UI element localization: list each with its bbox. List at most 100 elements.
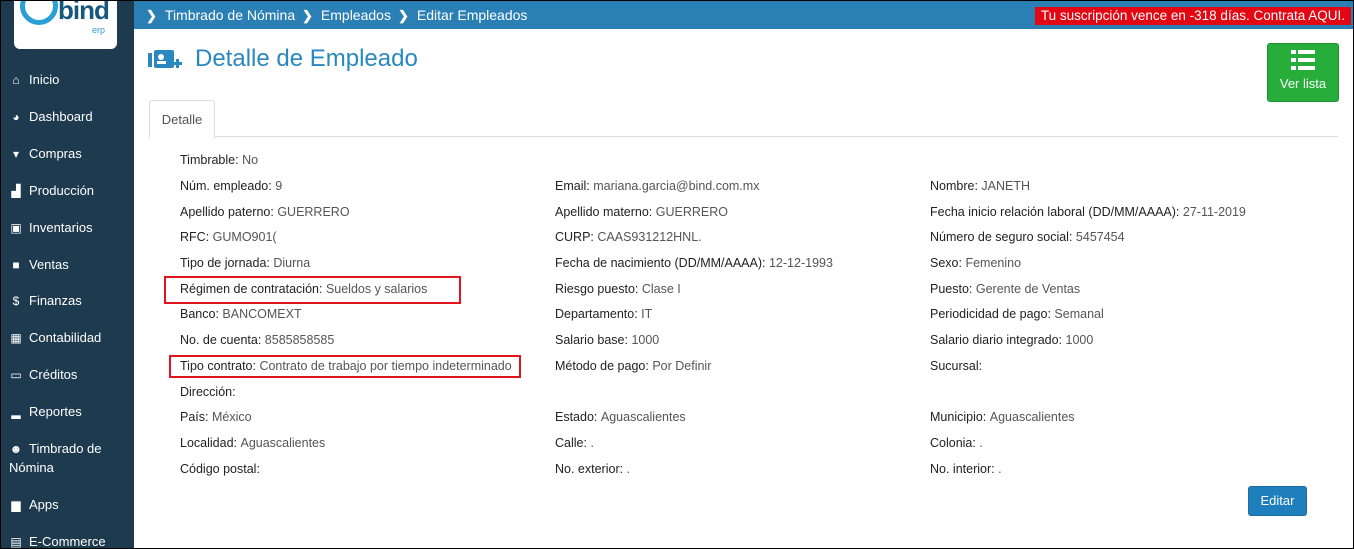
sidebar-item-ecommerce[interactable]: ▤ E-Commerce (1, 534, 134, 548)
sales-icon: ■ (12, 258, 20, 272)
field-direccion: Dirección: (180, 385, 236, 399)
users-icon: ☻ (9, 442, 23, 456)
list-icon (1291, 50, 1315, 70)
sidebar-item-label-line2: Nómina (9, 460, 54, 475)
shop-icon: ▤ (10, 535, 22, 548)
field-curp: CURP: CAAS931212HNL. (555, 230, 702, 244)
field-no-exterior: No. exterior: . (555, 462, 631, 476)
field-salario-base: Salario base: 1000 (555, 333, 660, 347)
cart-icon: ▾ (12, 147, 20, 161)
field-salario-diario: Salario diario integrado: 1000 (930, 333, 1094, 347)
field-municipio: Municipio: Aguascalientes (930, 410, 1075, 424)
app-window: bind erp ⌂ Inicio ◕ Dashboard ▾ Compras ▟ Pr… (0, 0, 1354, 549)
field-riesgo-puesto: Riesgo puesto: Clase I (555, 282, 681, 296)
field-fecha-nacimiento: Fecha de nacimiento (DD/MM/AAAA): 12-12-… (555, 256, 833, 270)
logo-mark-icon (20, 1, 58, 25)
chevron-right-icon: ❯ (146, 8, 157, 23)
truck-icon: ▣ (10, 221, 22, 235)
field-apellido-paterno: Apellido paterno: GUERRERO (180, 205, 350, 219)
sidebar-item-compras[interactable]: ▾ Compras (1, 146, 134, 161)
sidebar-item-creditos[interactable]: ▭ Créditos (1, 367, 134, 382)
sidebar-item-label: Contabilidad (29, 330, 102, 345)
sidebar-item-timbrado-nomina[interactable]: ☻ Timbrado de Nómina (1, 441, 134, 475)
bind-erp-logo[interactable]: bind erp (14, 1, 117, 49)
highlight-regimen (164, 276, 461, 304)
sidebar-item-label: Compras (29, 146, 82, 161)
top-bar: ❯ Timbrado de Nómina ❯ Empleados ❯ Editar E… (134, 1, 1353, 29)
breadcrumb-item-editar[interactable]: ❯ Editar Empleados (398, 7, 527, 24)
home-icon: ⌂ (12, 73, 20, 87)
field-fecha-inicio-laboral: Fecha inicio relación laboral (DD/MM/AAA… (930, 205, 1246, 219)
sidebar-item-dashboard[interactable]: ◕ Dashboard (1, 109, 134, 124)
bar-chart-icon: ▂ (11, 405, 21, 419)
field-email: Email: mariana.garcia@bind.com.mx (555, 179, 760, 193)
sidebar-item-label: Inicio (29, 72, 60, 87)
sidebar-item-label: Reportes (29, 404, 82, 419)
breadcrumb-item-empleados[interactable]: ❯ Empleados (302, 7, 391, 24)
field-calle: Calle: . (555, 436, 594, 450)
sidebar-item-reportes[interactable]: ▂ Reportes (1, 404, 134, 419)
field-pais: País: México (180, 410, 252, 424)
employee-card-icon (148, 50, 182, 68)
breadcrumb-label: Empleados (320, 7, 391, 23)
sidebar-item-inventarios[interactable]: ▣ Inventarios (1, 220, 134, 235)
field-timbrable: Timbrable: No (180, 153, 259, 167)
field-nombre: Nombre: JANETH (930, 179, 1031, 193)
sidebar-item-finanzas[interactable]: $ Finanzas (1, 293, 134, 308)
sidebar-item-apps[interactable]: ▆ Apps (1, 497, 134, 512)
field-estado: Estado: Aguascalientes (555, 410, 686, 424)
editar-button[interactable]: Editar (1248, 486, 1307, 516)
field-periodicidad-pago: Periodicidad de pago: Semanal (930, 307, 1104, 321)
field-localidad: Localidad: Aguascalientes (180, 436, 326, 450)
sidebar-item-label: Ventas (29, 257, 69, 272)
sidebar-item-label: E-Commerce (29, 534, 106, 548)
field-sucursal: Sucursal: (930, 359, 983, 373)
breadcrumb-label: Timbrado de Nómina (164, 7, 296, 23)
sidebar-item-label: Créditos (29, 367, 78, 382)
field-departamento: Departamento: IT (555, 307, 653, 321)
field-metodo-pago: Método de pago: Por Definir (555, 359, 712, 373)
field-tipo-jornada: Tipo de jornada: Diurna (180, 256, 311, 270)
sidebar-item-label: Dashboard (29, 109, 93, 124)
breadcrumb-label: Editar Empleados (416, 7, 528, 23)
industry-icon: ▟ (11, 184, 21, 198)
breadcrumb-item-timbrado[interactable]: ❯ Timbrado de Nómina (146, 7, 295, 24)
ver-lista-label: Ver lista (1279, 76, 1327, 91)
field-nss: Número de seguro social: 5457454 (930, 230, 1125, 244)
page-title: Detalle de Empleado (195, 45, 418, 72)
tab-detalle[interactable]: Detalle (149, 100, 215, 139)
field-sexo: Sexo: Femenino (930, 256, 1022, 270)
field-no-cuenta: No. de cuenta: 8585858585 (180, 333, 335, 347)
sidebar-item-label: Apps (29, 497, 59, 512)
highlight-tipo-contrato (169, 355, 521, 378)
field-no-interior: No. interior: . (930, 462, 1002, 476)
sidebar: bind erp ⌂ Inicio ◕ Dashboard ▾ Compras ▟ Pr… (1, 1, 134, 548)
logo-word: bind (58, 1, 110, 25)
briefcase-icon: ▆ (11, 498, 21, 512)
field-codigo-postal: Código postal: (180, 462, 260, 476)
sidebar-item-label: Timbrado de (29, 441, 102, 456)
field-banco: Banco: BANCOMEXT (180, 307, 302, 321)
logo-sub: erp (92, 25, 106, 35)
chevron-right-icon: ❯ (302, 8, 313, 23)
sidebar-item-label: Inventarios (29, 220, 93, 235)
sidebar-item-contabilidad[interactable]: ▦ Contabilidad (1, 330, 134, 345)
credit-card-icon: ▭ (10, 368, 22, 382)
sidebar-item-label: Producción (29, 183, 95, 198)
sidebar-item-label: Finanzas (29, 293, 82, 308)
sidebar-item-ventas[interactable]: ■ Ventas (1, 257, 134, 272)
dashboard-icon: ◕ (12, 110, 20, 124)
ver-lista-button[interactable]: Ver lista (1267, 43, 1339, 102)
field-puesto: Puesto: Gerente de Ventas (930, 282, 1081, 296)
field-rfc: RFC: GUMO901( (180, 230, 277, 244)
field-num-empleado: Núm. empleado: 9 (180, 179, 283, 193)
field-colonia: Colonia: . (930, 436, 983, 450)
subscription-alert[interactable]: Tu suscripción vence en -318 días. Contr… (1034, 7, 1351, 25)
sidebar-item-produccion[interactable]: ▟ Producción (1, 183, 134, 198)
field-apellido-materno: Apellido materno: GUERRERO (555, 205, 728, 219)
dollar-icon: $ (12, 294, 20, 308)
calculator-icon: ▦ (10, 331, 22, 345)
sidebar-item-inicio[interactable]: ⌂ Inicio (1, 72, 134, 87)
tab-divider (149, 136, 1338, 137)
chevron-right-icon: ❯ (398, 8, 409, 23)
